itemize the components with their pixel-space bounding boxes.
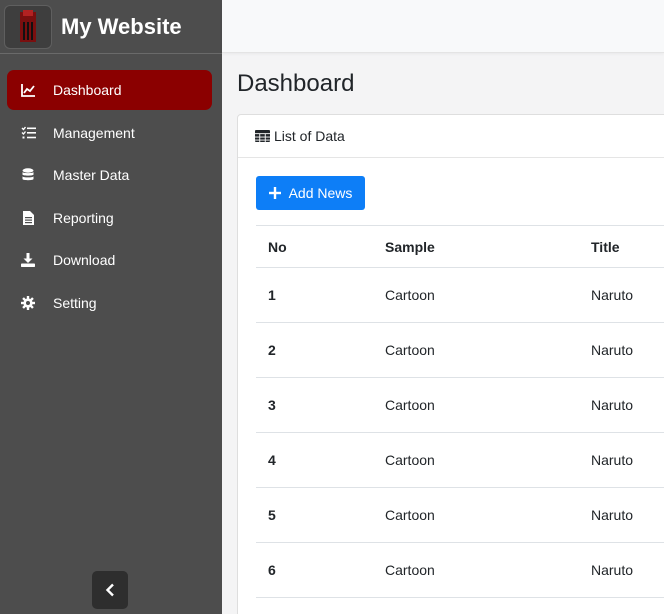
sidebar-item-download[interactable]: Download bbox=[7, 240, 212, 280]
tasks-icon bbox=[20, 125, 36, 141]
row-sample: Cartoon bbox=[385, 452, 435, 468]
logo[interactable] bbox=[4, 4, 52, 49]
sidebar-collapse-button[interactable] bbox=[92, 571, 128, 609]
row-sample: Cartoon bbox=[385, 287, 435, 303]
row-no: 2 bbox=[268, 342, 276, 358]
card-title: List of Data bbox=[274, 128, 345, 144]
page-title: Dashboard bbox=[237, 70, 355, 97]
row-no: 5 bbox=[268, 507, 276, 523]
table-row[interactable]: 6 Cartoon Naruto bbox=[256, 542, 664, 597]
row-title: Naruto bbox=[591, 452, 634, 468]
sidebar-item-label: Dashboard bbox=[53, 82, 122, 98]
card-header: List of Data bbox=[238, 115, 664, 158]
add-news-button[interactable]: Add News bbox=[256, 176, 365, 210]
sidebar-item-dashboard[interactable]: Dashboard bbox=[7, 70, 212, 110]
database-icon bbox=[20, 167, 36, 183]
row-title: Naruto bbox=[591, 342, 634, 358]
row-no: 6 bbox=[268, 562, 276, 578]
table-icon bbox=[255, 130, 270, 142]
chart-line-icon bbox=[20, 82, 36, 98]
row-title: Naruto bbox=[591, 507, 634, 523]
brand: My Website bbox=[0, 0, 222, 54]
sidebar-item-label: Master Data bbox=[53, 167, 130, 183]
table-row[interactable]: 3 Cartoon Naruto bbox=[256, 377, 664, 432]
row-no: 4 bbox=[268, 452, 276, 468]
column-header-title[interactable]: Title bbox=[591, 226, 620, 267]
plus-icon bbox=[268, 187, 281, 199]
row-sample: Cartoon bbox=[385, 562, 435, 578]
table-row-partial bbox=[256, 597, 664, 614]
column-header-sample[interactable]: Sample bbox=[385, 226, 435, 267]
table-row[interactable]: 5 Cartoon Naruto bbox=[256, 487, 664, 542]
row-title: Naruto bbox=[591, 397, 634, 413]
sidebar: My Website Dashboard Management Master D… bbox=[0, 0, 222, 614]
data-table: No Sample Title 1 Cartoon Naruto 2 Carto… bbox=[256, 225, 664, 614]
gear-icon bbox=[20, 295, 36, 311]
sidebar-item-label: Management bbox=[53, 124, 135, 141]
table-header-row: No Sample Title bbox=[256, 225, 664, 267]
table-row[interactable]: 4 Cartoon Naruto bbox=[256, 432, 664, 487]
row-sample: Cartoon bbox=[385, 507, 435, 523]
data-card: List of Data Add News No Sample Title 1 … bbox=[237, 114, 664, 614]
add-news-label: Add News bbox=[288, 185, 353, 201]
sidebar-item-label: Setting bbox=[53, 294, 97, 311]
sidebar-item-master-data[interactable]: Master Data bbox=[7, 155, 212, 195]
row-sample: Cartoon bbox=[385, 397, 435, 413]
sidebar-item-label: Download bbox=[53, 252, 116, 268]
column-header-no[interactable]: No bbox=[268, 226, 287, 267]
chevron-left-icon bbox=[105, 583, 114, 597]
sidebar-nav: Dashboard Management Master Data Reporti… bbox=[0, 70, 222, 323]
sidebar-item-reporting[interactable]: Reporting bbox=[7, 198, 212, 238]
download-icon bbox=[20, 252, 36, 268]
row-sample: Cartoon bbox=[385, 342, 435, 358]
logo-icon bbox=[20, 9, 36, 42]
table-row[interactable]: 1 Cartoon Naruto bbox=[256, 267, 664, 322]
sidebar-item-setting[interactable]: Setting bbox=[7, 283, 212, 323]
row-no: 1 bbox=[268, 287, 276, 303]
sidebar-item-label: Reporting bbox=[53, 209, 114, 226]
sidebar-item-management[interactable]: Management bbox=[7, 113, 212, 153]
file-icon bbox=[20, 210, 36, 226]
site-title: My Website bbox=[61, 13, 182, 39]
row-title: Naruto bbox=[591, 562, 634, 578]
table-row[interactable]: 2 Cartoon Naruto bbox=[256, 322, 664, 377]
row-no: 3 bbox=[268, 397, 276, 413]
row-title: Naruto bbox=[591, 287, 634, 303]
top-header bbox=[222, 0, 664, 53]
